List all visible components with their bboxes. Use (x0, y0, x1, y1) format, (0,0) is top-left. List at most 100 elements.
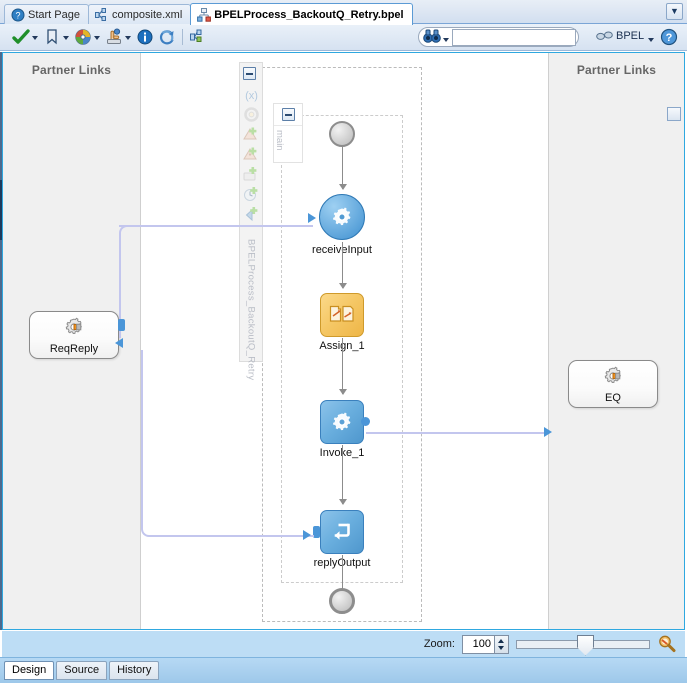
help-question-icon: ? (660, 28, 678, 49)
svg-text:?: ? (15, 11, 20, 21)
chevron-down-icon: ▼ (670, 6, 679, 16)
end-node[interactable] (329, 588, 355, 614)
scope-main-header[interactable]: main (273, 103, 303, 163)
link-reply-to-reqreply-elbow (141, 350, 163, 537)
receive-activity-circle (319, 194, 365, 240)
deploy-hand-icon (104, 27, 124, 47)
zoom-bar: Zoom: 100 (2, 631, 685, 657)
chevron-down-icon[interactable] (647, 29, 656, 42)
compensate-add-icon[interactable] (243, 206, 260, 223)
canvas-corner-box[interactable] (667, 107, 681, 121)
tab-design[interactable]: Design (4, 661, 55, 680)
zoom-value[interactable]: 100 (462, 634, 495, 654)
editor-tab-label: BPELProcess_BackoutQ_Retry.bpel (214, 8, 404, 21)
link-reqreply-to-receive-horizontal (119, 225, 313, 227)
editor-tab-start-page[interactable]: ? Start Page (4, 4, 89, 25)
bookmark-icon (42, 27, 62, 47)
zoom-slider[interactable] (516, 634, 650, 656)
process-activity-strip[interactable]: (x) * BPELProcess_BackoutQ_Retry (239, 62, 263, 380)
chevron-down-icon[interactable] (62, 27, 71, 47)
palette-button[interactable] (72, 26, 103, 48)
process-name-label: BPELProcess_BackoutQ_Retry (245, 239, 257, 381)
svg-text:?: ? (666, 32, 673, 44)
search-container[interactable] (418, 27, 579, 47)
invoke-link-nub (361, 417, 370, 426)
catch-all-add-icon[interactable]: * (242, 146, 260, 163)
bookmark-button[interactable] (41, 26, 72, 48)
search-input[interactable] (455, 29, 573, 45)
partner-link-gear-icon (602, 365, 624, 390)
gear-icon[interactable] (243, 106, 260, 123)
chevron-down-icon[interactable] (31, 27, 40, 47)
refresh-button[interactable] (156, 26, 178, 48)
design-source-history-bar: Design Source History (0, 657, 687, 683)
toolbar-separator (182, 29, 183, 45)
chevron-down-icon[interactable] (442, 29, 451, 45)
info-button[interactable] (134, 26, 156, 48)
reply-output-node[interactable]: replyOutput (313, 510, 370, 569)
help-button[interactable]: ? (660, 28, 678, 46)
svg-text:(x): (x) (245, 90, 258, 102)
editor-tab-composite-xml[interactable]: composite.xml (87, 4, 192, 25)
deploy-button[interactable] (103, 26, 134, 48)
svg-text:*: * (248, 153, 251, 160)
editor-tab-label: composite.xml (111, 9, 183, 21)
info-circle-icon (135, 27, 155, 47)
collapse-box-icon[interactable] (242, 66, 260, 83)
composite-diagram-icon (94, 8, 109, 22)
magnifier-icon[interactable] (657, 634, 677, 654)
connector-assign-to-invoke (338, 338, 347, 395)
bpel-mode-selector[interactable]: BPEL (596, 29, 656, 42)
reply-link-nub (313, 526, 320, 538)
start-node[interactable] (329, 121, 355, 147)
variables-x-icon[interactable]: (x) (243, 86, 260, 103)
event-add-icon[interactable] (243, 166, 260, 183)
connector-start-to-receive (338, 147, 347, 190)
chevron-down-icon[interactable] (124, 27, 133, 47)
receive-input-node[interactable]: receiveInput (312, 194, 372, 256)
structure-tree-icon (188, 27, 208, 47)
partner-link-label: ReqReply (49, 342, 99, 355)
assign-1-node[interactable]: Assign_1 (319, 293, 365, 352)
green-check-icon (11, 27, 31, 47)
tab-history[interactable]: History (109, 661, 160, 680)
tab-source[interactable]: Source (56, 661, 108, 680)
partner-links-panel-right: Partner Links EQ (548, 53, 684, 629)
structure-button[interactable] (187, 26, 209, 48)
zoom-slider-thumb[interactable] (577, 634, 594, 656)
reqreply-in-arrow (115, 338, 123, 348)
zoom-increment-button[interactable] (495, 636, 508, 645)
timer-add-icon[interactable] (243, 186, 260, 203)
editor-tab-bar: ? Start Page composite.xml BPELProcess_B… (0, 0, 687, 25)
help-question-icon: ? (11, 8, 25, 22)
zoom-decrement-button[interactable] (495, 644, 508, 653)
partner-links-title-left: Partner Links (31, 63, 112, 77)
editor-tab-bpel-process[interactable]: BPELProcess_BackoutQ_Retry.bpel (190, 3, 413, 25)
invoke-activity-shape (320, 400, 364, 444)
start-event-circle (329, 121, 355, 147)
tab-overflow-button[interactable]: ▼ (666, 3, 683, 20)
partner-link-reqreply[interactable]: ReqReply (29, 311, 119, 359)
receive-inbound-arrow (308, 213, 316, 223)
validate-button[interactable] (10, 26, 41, 48)
zoom-stepper[interactable]: 100 (462, 634, 509, 654)
zoom-label: Zoom: (423, 638, 455, 650)
chevron-down-icon[interactable] (93, 27, 102, 47)
bpel-process-icon (197, 7, 212, 22)
link-invoke-to-eq (366, 432, 545, 434)
partner-link-eq[interactable]: EQ (568, 360, 658, 408)
invoke-1-node[interactable]: Invoke_1 (320, 400, 370, 459)
tab-label: Design (12, 664, 47, 676)
scope-collapse-button[interactable] (274, 104, 302, 126)
collapse-box-icon (281, 108, 295, 121)
bpel-design-canvas[interactable]: Partner Links ReqReply Partner Links EQ … (2, 52, 685, 630)
partner-links-title-right: Partner Links (576, 63, 657, 77)
bpel-mode-label: BPEL (616, 29, 645, 42)
scope-label: main (274, 130, 285, 151)
process-canvas[interactable]: (x) * BPELProcess_BackoutQ_Retry main (141, 53, 548, 629)
binoculars-icon (422, 28, 442, 46)
reply-activity-shape (320, 510, 364, 554)
link-reply-to-reqreply-horizontal (161, 535, 314, 537)
reqreply-out-nub (118, 319, 125, 331)
fault-handler-add-icon[interactable] (242, 126, 260, 143)
